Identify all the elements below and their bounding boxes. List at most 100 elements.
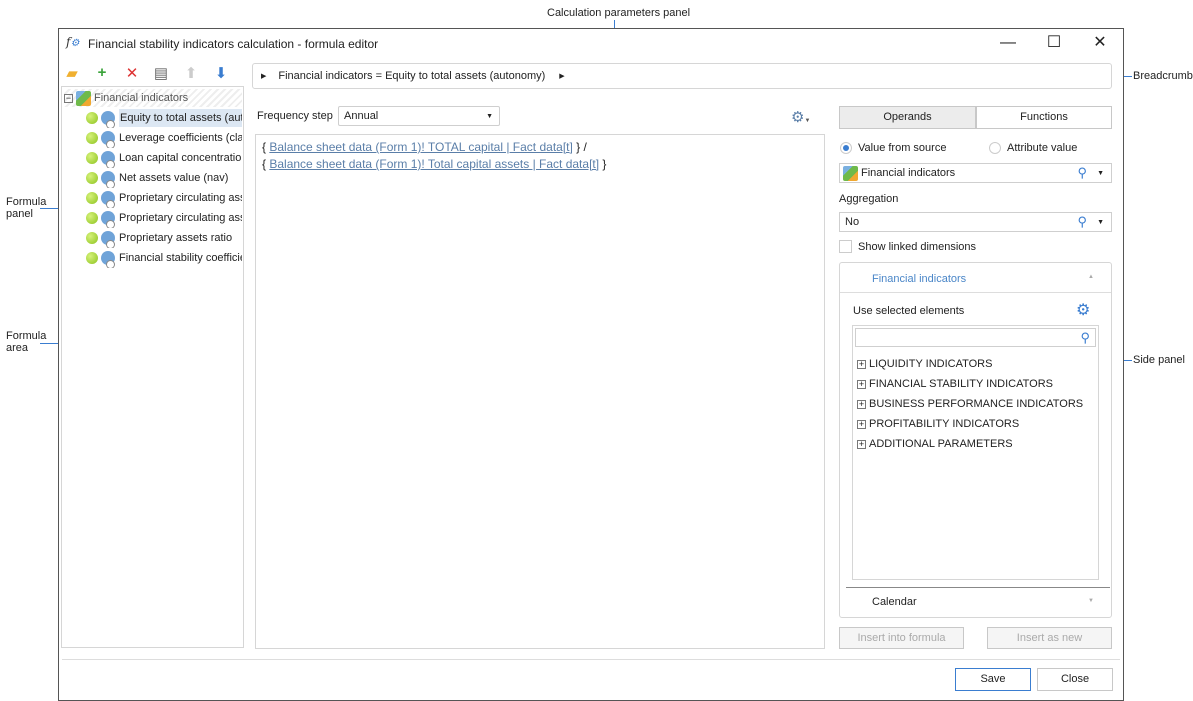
annotation-side-panel: Side panel: [1133, 354, 1185, 366]
tab-functions[interactable]: Functions: [976, 106, 1112, 129]
tree-item-label: Financial stability coefficie: [119, 252, 242, 264]
tab-operands[interactable]: Operands: [839, 106, 976, 129]
tree-item[interactable]: Proprietary assets ratio: [86, 228, 242, 248]
breadcrumb: ▶ Financial indicators = Equity to total…: [252, 63, 1112, 89]
tree-root[interactable]: − Financial indicators: [64, 89, 242, 107]
tree-item[interactable]: Proprietary circulating ass: [86, 188, 242, 208]
list-item[interactable]: + LIQUIDITY INDICATORS: [857, 354, 1083, 374]
collapse-icon[interactable]: −: [64, 93, 73, 103]
search-icon[interactable]: ⚲: [1078, 165, 1088, 181]
tree-item-label: Equity to total assets (autonomy): [119, 109, 242, 127]
status-icon: [86, 232, 98, 244]
formula-editor-icon: f⚙: [66, 35, 80, 49]
checkbox-label: Show linked dimensions: [858, 240, 977, 253]
settings-gear-icon[interactable]: ⚙▼: [791, 108, 810, 126]
delete-icon[interactable]: ✕: [123, 64, 141, 82]
minimize-button[interactable]: —: [998, 34, 1018, 52]
search-icon[interactable]: ⚲: [1078, 214, 1088, 230]
indicator-icon: [101, 131, 115, 148]
annotation-breadcrumb: Breadcrumb: [1133, 70, 1193, 82]
save-button[interactable]: Save: [955, 668, 1031, 691]
frequency-select[interactable]: Annual ▼: [338, 106, 500, 126]
element-label: ADDITIONAL PARAMETERS: [869, 438, 1013, 450]
folder-icon[interactable]: ▰: [63, 64, 81, 82]
indicator-icon: [101, 231, 115, 248]
close-window-button[interactable]: ✕: [1090, 34, 1110, 52]
tree-item[interactable]: Loan capital concentration: [86, 148, 242, 168]
status-icon: [86, 172, 98, 184]
brace: }: [599, 157, 607, 171]
move-up-icon[interactable]: ⬆: [182, 64, 200, 82]
tree-item-label: Proprietary assets ratio: [119, 232, 233, 244]
list-item[interactable]: + PROFITABILITY INDICATORS: [857, 414, 1083, 434]
radio-value-from-source[interactable]: Value from source: [840, 142, 946, 154]
indicator-icon: [101, 171, 115, 188]
indicator-icon: [101, 211, 115, 228]
expand-icon[interactable]: +: [857, 360, 866, 369]
list-item[interactable]: + ADDITIONAL PARAMETERS: [857, 434, 1083, 454]
add-icon[interactable]: +: [93, 64, 111, 81]
list-item[interactable]: + BUSINESS PERFORMANCE INDICATORS: [857, 394, 1083, 414]
tree-item-label: Proprietary circulating ass: [119, 192, 242, 204]
element-label: PROFITABILITY INDICATORS: [869, 418, 1020, 430]
group-header-financial-indicators[interactable]: Financial indicators: [872, 273, 966, 285]
frequency-value: Annual: [344, 110, 379, 122]
list-item[interactable]: + FINANCIAL STABILITY INDICATORS: [857, 374, 1083, 394]
tree-item[interactable]: Financial stability coefficie: [86, 248, 242, 268]
expand-icon[interactable]: +: [857, 400, 866, 409]
chevron-down-icon: ▼: [486, 112, 493, 120]
show-linked-checkbox[interactable]: Show linked dimensions: [839, 240, 976, 253]
status-icon: [86, 252, 98, 264]
gear-icon[interactable]: ⚙: [1076, 300, 1090, 320]
elements-search-input[interactable]: ⚲: [855, 328, 1096, 347]
source-value: Financial indicators: [861, 167, 956, 179]
tree-item[interactable]: Equity to total assets (autonomy): [86, 108, 242, 128]
chevron-up-icon[interactable]: ▲: [1088, 274, 1094, 280]
expand-icon[interactable]: +: [857, 440, 866, 449]
element-label: FINANCIAL STABILITY INDICATORS: [869, 378, 1053, 390]
expand-icon[interactable]: +: [857, 420, 866, 429]
chevron-down-icon[interactable]: ▼: [1097, 170, 1104, 177]
insert-into-formula-button[interactable]: Insert into formula: [839, 627, 964, 649]
properties-icon[interactable]: ▤: [152, 64, 170, 82]
breadcrumb-item[interactable]: Financial indicators = Equity to total a…: [278, 70, 545, 82]
radio-attribute-value[interactable]: Attribute value: [989, 142, 1077, 154]
aggregation-label: Aggregation: [839, 193, 899, 205]
indicator-icon: [101, 191, 115, 208]
chevron-right-icon[interactable]: ▶: [559, 72, 564, 80]
tree-root-label: Financial indicators: [94, 92, 189, 104]
indicator-icon: [101, 111, 115, 128]
indicator-icon: [101, 151, 115, 168]
expand-icon[interactable]: +: [857, 380, 866, 389]
status-icon: [86, 212, 98, 224]
status-icon: [86, 132, 98, 144]
search-icon[interactable]: ⚲: [1080, 330, 1090, 346]
close-button[interactable]: Close: [1037, 668, 1113, 691]
tree-item-label: Proprietary circulating ass: [119, 212, 242, 224]
status-icon: [86, 192, 98, 204]
source-select[interactable]: Financial indicators ⚲ ▼: [839, 163, 1112, 183]
maximize-button[interactable]: ☐: [1044, 34, 1064, 52]
annotation-calc-params: Calculation parameters panel: [547, 7, 691, 19]
tree-item[interactable]: Leverage coefficients (cla: [86, 128, 242, 148]
formula-operand-link[interactable]: Balance sheet data (Form 1)! Total capit…: [269, 157, 599, 171]
move-down-icon[interactable]: ⬇: [212, 64, 230, 82]
indicator-icon: [101, 251, 115, 268]
element-label: LIQUIDITY INDICATORS: [869, 358, 993, 370]
brace: } /: [572, 140, 587, 154]
tree-item-label: Net assets value (nav): [119, 172, 229, 184]
aggregation-select[interactable]: No ⚲ ▼: [839, 212, 1112, 232]
window-title: Financial stability indicators calculati…: [88, 37, 379, 51]
element-label: BUSINESS PERFORMANCE INDICATORS: [869, 398, 1084, 410]
tree-item[interactable]: Proprietary circulating ass: [86, 208, 242, 228]
formula-area[interactable]: { Balance sheet data (Form 1)! TOTAL cap…: [255, 134, 825, 649]
chevron-down-icon[interactable]: ▼: [1088, 598, 1094, 604]
use-selected-label: Use selected elements: [853, 305, 965, 317]
chevron-down-icon[interactable]: ▼: [1097, 219, 1104, 226]
tree-item[interactable]: Net assets value (nav): [86, 168, 242, 188]
group-header-calendar[interactable]: Calendar: [872, 596, 917, 608]
insert-as-new-button[interactable]: Insert as new: [987, 627, 1112, 649]
chevron-right-icon[interactable]: ▶: [261, 72, 266, 80]
status-icon: [86, 152, 98, 164]
formula-operand-link[interactable]: Balance sheet data (Form 1)! TOTAL capit…: [269, 140, 572, 154]
